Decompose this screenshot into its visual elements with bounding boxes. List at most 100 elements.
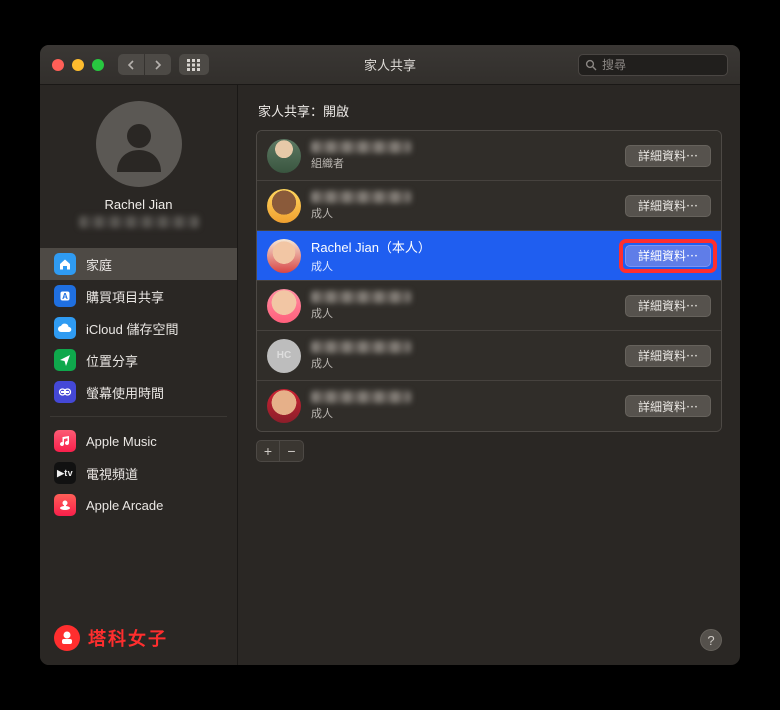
sidebar-nav: 家庭 A 購買項目共享 iCloud 儲存空間位置分享螢幕使用時間 Apple Musi… bbox=[40, 248, 237, 521]
member-name bbox=[311, 191, 411, 203]
nav-forward-button[interactable] bbox=[145, 54, 171, 75]
member-meta: 組織者 bbox=[311, 141, 615, 171]
member-avatar bbox=[267, 389, 301, 423]
sidebar-item-music[interactable]: Apple Music bbox=[40, 425, 237, 457]
close-window-button[interactable] bbox=[52, 59, 64, 71]
tv-icon: ▶tv bbox=[54, 462, 76, 484]
nav-buttons bbox=[118, 54, 171, 75]
member-row[interactable]: HC 成人詳細資料⋯ bbox=[257, 331, 721, 381]
svg-text:A: A bbox=[62, 292, 68, 301]
member-role: 成人 bbox=[311, 258, 615, 274]
details-button[interactable]: 詳細資料⋯ bbox=[625, 245, 711, 267]
person-icon bbox=[109, 114, 169, 174]
sidebar-item-label: 位置分享 bbox=[86, 351, 138, 370]
panel-heading: 家人共享：開啟 bbox=[258, 101, 722, 120]
music-icon bbox=[54, 430, 76, 452]
sidebar-item-label: 家庭 bbox=[86, 255, 112, 274]
search-icon bbox=[585, 59, 597, 71]
search-input[interactable] bbox=[602, 58, 721, 72]
search-field[interactable] bbox=[578, 54, 728, 76]
profile-section: Rachel Jian bbox=[40, 97, 237, 240]
details-button[interactable]: 詳細資料⋯ bbox=[625, 295, 711, 317]
member-name bbox=[311, 141, 411, 153]
cloud-icon bbox=[54, 317, 76, 339]
zoom-window-button[interactable] bbox=[92, 59, 104, 71]
window-body: Rachel Jian 家庭 A 購買項目共享 iCloud 儲存空間位置分享螢幕使用… bbox=[40, 85, 740, 665]
details-button[interactable]: 詳細資料⋯ bbox=[625, 195, 711, 217]
member-role: 成人 bbox=[311, 205, 615, 221]
chevron-right-icon bbox=[154, 60, 162, 70]
member-row[interactable]: 成人詳細資料⋯ bbox=[257, 181, 721, 231]
member-name bbox=[311, 341, 411, 353]
add-member-button[interactable]: + bbox=[256, 440, 280, 462]
members-list: 組織者詳細資料⋯成人詳細資料⋯Rachel Jian（本人）成人詳細資料⋯成人詳… bbox=[256, 130, 722, 432]
member-avatar bbox=[267, 239, 301, 273]
chevron-left-icon bbox=[127, 60, 135, 70]
watermark-text: 塔科女子 bbox=[88, 625, 168, 651]
sidebar-item-tv[interactable]: ▶tv 電視頻道 bbox=[40, 457, 237, 489]
sidebar-item-purch[interactable]: A 購買項目共享 bbox=[40, 280, 237, 312]
member-role: 成人 bbox=[311, 405, 615, 421]
preferences-window: 家人共享 Rachel Jian 家庭 A 購買項目共享 iCloud 儲存空間位置分… bbox=[40, 45, 740, 665]
sidebar-item-label: 電視頻道 bbox=[86, 464, 138, 483]
member-avatar bbox=[267, 139, 301, 173]
sidebar-item-label: 購買項目共享 bbox=[86, 287, 164, 306]
list-controls: + − bbox=[256, 440, 722, 462]
member-row[interactable]: 成人詳細資料⋯ bbox=[257, 381, 721, 431]
member-meta: 成人 bbox=[311, 191, 615, 221]
sidebar-item-screen[interactable]: 螢幕使用時間 bbox=[40, 376, 237, 408]
details-button-wrap: 詳細資料⋯ bbox=[625, 195, 711, 217]
remove-member-button[interactable]: − bbox=[280, 440, 304, 462]
window-controls bbox=[52, 59, 104, 71]
nav-back-button[interactable] bbox=[118, 54, 144, 75]
sidebar-item-label: Apple Music bbox=[86, 434, 157, 449]
details-button-wrap: 詳細資料⋯ bbox=[625, 345, 711, 367]
sidebar-separator bbox=[50, 416, 227, 417]
sidebar-item-label: Apple Arcade bbox=[86, 498, 163, 513]
sidebar-item-label: 螢幕使用時間 bbox=[86, 383, 164, 402]
grid-icon bbox=[187, 59, 201, 71]
member-role: 成人 bbox=[311, 355, 615, 371]
sidebar-item-arcade[interactable]: Apple Arcade bbox=[40, 489, 237, 521]
profile-subtitle-redacted bbox=[79, 216, 199, 228]
member-meta: Rachel Jian（本人） 成人 bbox=[311, 237, 615, 274]
sidebar: Rachel Jian 家庭 A 購買項目共享 iCloud 儲存空間位置分享螢幕使用… bbox=[40, 85, 238, 665]
details-button-wrap: 詳細資料⋯ bbox=[625, 245, 711, 267]
main-panel: 家人共享：開啟 組織者詳細資料⋯成人詳細資料⋯Rachel Jian（本人）成人… bbox=[238, 85, 740, 665]
member-role: 成人 bbox=[311, 305, 615, 321]
member-avatar: HC bbox=[267, 339, 301, 373]
details-button[interactable]: 詳細資料⋯ bbox=[625, 145, 711, 167]
home-icon bbox=[54, 253, 76, 275]
details-button[interactable]: 詳細資料⋯ bbox=[625, 395, 711, 417]
member-name bbox=[311, 291, 411, 303]
watermark: 塔科女子 bbox=[54, 625, 168, 651]
details-button[interactable]: 詳細資料⋯ bbox=[625, 345, 711, 367]
member-row[interactable]: 組織者詳細資料⋯ bbox=[257, 131, 721, 181]
member-row[interactable]: 成人詳細資料⋯ bbox=[257, 281, 721, 331]
member-avatar bbox=[267, 289, 301, 323]
member-meta: 成人 bbox=[311, 341, 615, 371]
profile-avatar bbox=[96, 101, 182, 187]
member-meta: 成人 bbox=[311, 291, 615, 321]
app-icon: A bbox=[54, 285, 76, 307]
watermark-icon bbox=[54, 625, 80, 651]
profile-name: Rachel Jian bbox=[105, 197, 173, 212]
help-button[interactable]: ? bbox=[700, 629, 722, 651]
sidebar-item-icloud[interactable]: iCloud 儲存空間 bbox=[40, 312, 237, 344]
details-button-wrap: 詳細資料⋯ bbox=[625, 395, 711, 417]
member-name: Rachel Jian（本人） bbox=[311, 237, 561, 256]
sidebar-item-label: iCloud 儲存空間 bbox=[86, 319, 178, 338]
sidebar-item-loc[interactable]: 位置分享 bbox=[40, 344, 237, 376]
minimize-window-button[interactable] bbox=[72, 59, 84, 71]
arcade-icon bbox=[54, 494, 76, 516]
titlebar: 家人共享 bbox=[40, 45, 740, 85]
member-role: 組織者 bbox=[311, 155, 615, 171]
member-meta: 成人 bbox=[311, 391, 615, 421]
member-name bbox=[311, 391, 411, 403]
details-button-wrap: 詳細資料⋯ bbox=[625, 295, 711, 317]
show-all-button[interactable] bbox=[179, 54, 209, 75]
loc-icon bbox=[54, 349, 76, 371]
screen-icon bbox=[54, 381, 76, 403]
member-row[interactable]: Rachel Jian（本人） 成人詳細資料⋯ bbox=[257, 231, 721, 281]
sidebar-item-home[interactable]: 家庭 bbox=[40, 248, 237, 280]
